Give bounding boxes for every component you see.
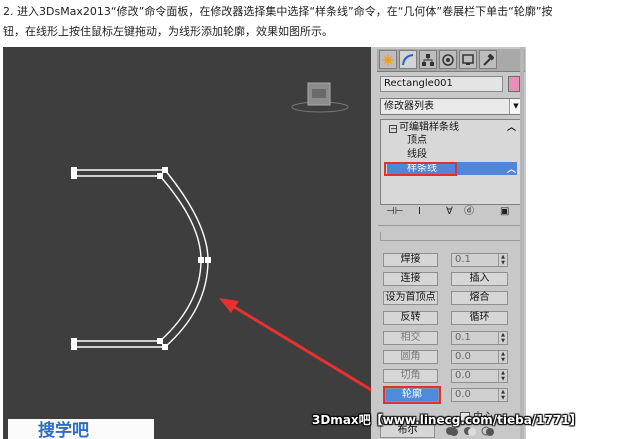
viewcube-icon[interactable] bbox=[291, 82, 349, 113]
hierarchy-icon bbox=[422, 53, 434, 66]
fillet-spinner[interactable]: 0.0 ▲ ▼ bbox=[451, 350, 508, 364]
page: 2. 进入3DsMax2013“修改”命令面板，在修改器选择集中选择“样条线”命… bbox=[0, 0, 626, 439]
outline-spinner[interactable]: 0.0 ▲ ▼ bbox=[451, 388, 508, 402]
make-unique-icon[interactable]: ∀ bbox=[446, 205, 453, 219]
utilities-tab[interactable] bbox=[479, 50, 497, 69]
intersect-icon bbox=[481, 426, 494, 436]
fuse-button[interactable]: 熔合 bbox=[451, 291, 508, 305]
make-first-button[interactable]: 设为首顶点 bbox=[383, 291, 438, 305]
weld-threshold-spinner[interactable]: 0.1 ▲ ▼ bbox=[451, 253, 508, 267]
viewport[interactable] bbox=[3, 47, 371, 439]
cross-insert-spinner[interactable]: 0.1 ▲ ▼ bbox=[451, 331, 508, 345]
weld-button[interactable]: 焊接 bbox=[383, 253, 438, 267]
stack-item-label: 顶点 bbox=[407, 135, 427, 146]
chevron-up-icon: ︿ bbox=[506, 123, 516, 133]
spline-outline-shape[interactable] bbox=[74, 169, 209, 348]
viewport-canvas bbox=[71, 82, 371, 392]
create-sun-icon bbox=[382, 53, 394, 66]
instruction-text: 2. 进入3DsMax2013“修改”命令面板，在修改器选择集中选择“样条线”命… bbox=[3, 2, 621, 42]
pin-stack-icon[interactable]: ⊣⊢ bbox=[386, 205, 403, 219]
stack-item-editable-spline[interactable]: − 可编辑样条线 bbox=[385, 121, 459, 134]
geometry-rollout-header[interactable] bbox=[380, 232, 522, 241]
spinner-arrows-icon[interactable]: ▲ ▼ bbox=[498, 351, 507, 363]
fillet-button[interactable]: 圆角 bbox=[383, 350, 438, 364]
collapse-minus-icon[interactable]: − bbox=[389, 125, 397, 133]
spline-vertices[interactable] bbox=[71, 167, 211, 350]
panel-margin bbox=[526, 47, 626, 439]
insert-button[interactable]: 插入 bbox=[451, 272, 508, 286]
outline-value: 0.0 bbox=[455, 389, 471, 400]
object-color-swatch[interactable] bbox=[508, 76, 520, 92]
instruction-line-1: 2. 进入3DsMax2013“修改”命令面板，在修改器选择集中选择“样条线”命… bbox=[3, 5, 553, 18]
spinner-arrows-icon[interactable]: ▲ ▼ bbox=[498, 332, 507, 344]
configure-sets-icon[interactable]: ▣ bbox=[500, 205, 509, 219]
modify-tab[interactable] bbox=[399, 50, 417, 69]
fillet-value: 0.0 bbox=[455, 351, 471, 362]
modifier-list-dropdown[interactable]: 修改器列表 ▼ bbox=[380, 98, 523, 115]
chamfer-value: 0.0 bbox=[455, 370, 471, 381]
remove-modifier-icon[interactable]: ⓓ bbox=[464, 205, 474, 219]
command-panel-tabs bbox=[377, 49, 525, 72]
chamfer-button[interactable]: 切角 bbox=[383, 369, 438, 383]
highlight-box-outline bbox=[383, 386, 441, 404]
watermark-logo: 搜学吧 bbox=[8, 419, 154, 439]
cycle-button[interactable]: 循环 bbox=[451, 311, 508, 325]
command-panel: Rectangle001 修改器列表 ▼ − 可编辑样条线 ︿ 顶点 线段 样条… bbox=[371, 47, 626, 439]
chevron-up-icon: ︿ bbox=[506, 165, 516, 175]
annotation-arrow bbox=[219, 298, 371, 392]
divider bbox=[378, 225, 524, 226]
chamfer-spinner[interactable]: 0.0 ▲ ▼ bbox=[451, 369, 508, 383]
spinner-arrows-icon[interactable]: ▲ ▼ bbox=[498, 370, 507, 382]
watermark-site-text: 3Dmax吧【www.linecg.com/tieba/1771】 bbox=[312, 413, 582, 427]
hierarchy-tab[interactable] bbox=[419, 50, 437, 69]
stack-item-label: 可编辑样条线 bbox=[399, 122, 459, 133]
union-icon bbox=[446, 427, 458, 436]
panel-scrollbar[interactable] bbox=[520, 47, 524, 439]
connect-button[interactable]: 连接 bbox=[383, 272, 438, 286]
stack-toolbar: ⊣⊢ Ⅰ ∀ ⓓ ▣ bbox=[380, 205, 523, 221]
weld-value: 0.1 bbox=[455, 254, 471, 265]
motion-tab[interactable] bbox=[439, 50, 457, 69]
object-name-field[interactable]: Rectangle001 bbox=[380, 76, 503, 92]
stack-item-label: 线段 bbox=[407, 149, 427, 160]
reverse-button[interactable]: 反转 bbox=[383, 311, 438, 325]
modifier-list-label: 修改器列表 bbox=[384, 101, 434, 112]
modify-arc-icon bbox=[402, 53, 414, 65]
subtract-icon bbox=[464, 427, 476, 436]
stack-item-vertex[interactable]: 顶点 bbox=[407, 134, 427, 147]
utilities-hammer-icon bbox=[483, 53, 494, 66]
instruction-line-2: 钮，在线形上按住鼠标左键拖动，为线形添加轮廓，效果如图所示。 bbox=[3, 25, 333, 38]
display-icon bbox=[462, 53, 474, 65]
show-end-result-icon[interactable]: Ⅰ bbox=[418, 205, 421, 219]
highlight-box-spline bbox=[384, 162, 457, 176]
stack-item-segment[interactable]: 线段 bbox=[407, 148, 427, 161]
spinner-arrows-icon[interactable]: ▲ ▼ bbox=[498, 254, 507, 266]
display-tab[interactable] bbox=[459, 50, 477, 69]
motion-icon bbox=[442, 53, 454, 66]
cross-insert-button[interactable]: 相交 bbox=[383, 331, 438, 345]
create-tab[interactable] bbox=[379, 50, 397, 69]
cross-insert-value: 0.1 bbox=[455, 332, 471, 343]
command-panel-body: Rectangle001 修改器列表 ▼ − 可编辑样条线 ︿ 顶点 线段 样条… bbox=[374, 47, 525, 439]
spinner-arrows-icon[interactable]: ▲ ▼ bbox=[498, 389, 507, 401]
